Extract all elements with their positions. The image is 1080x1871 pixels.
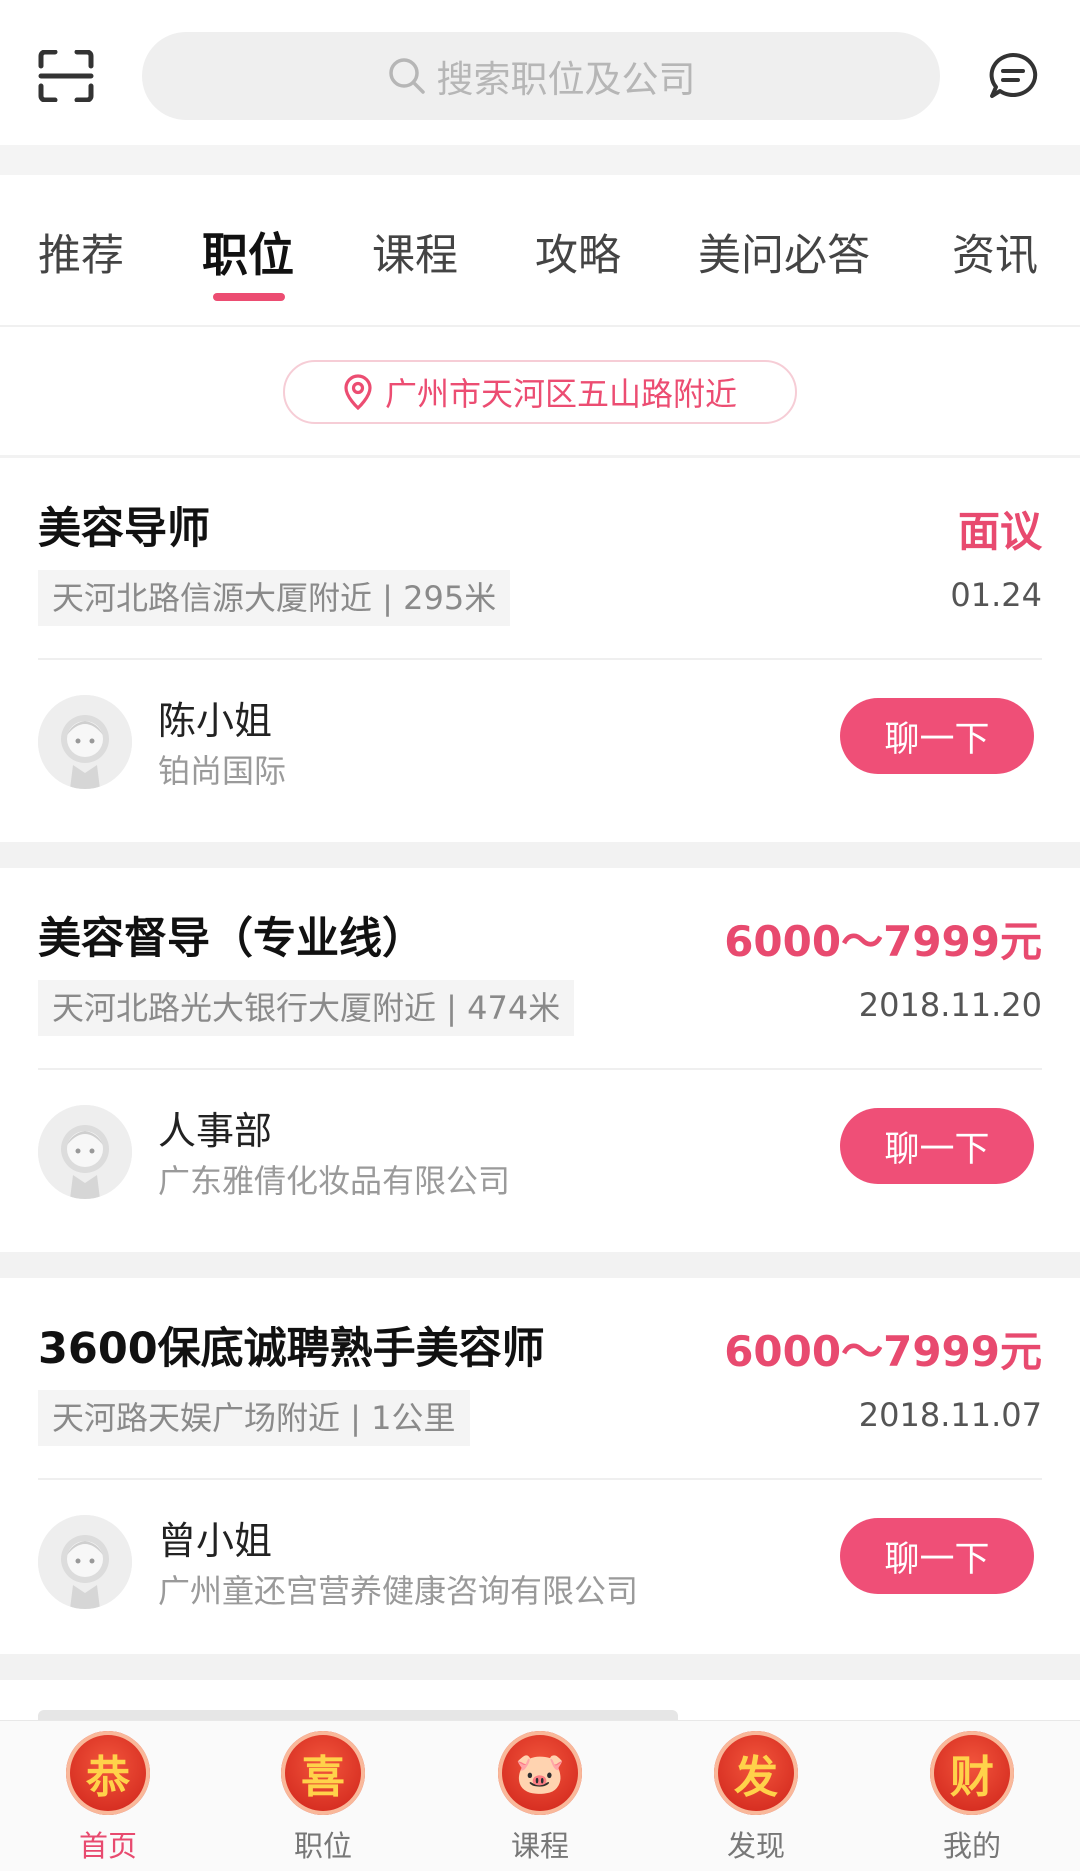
chat-button[interactable]: 聊一下 xyxy=(840,1108,1034,1184)
section-gap xyxy=(0,842,1080,868)
nav-label: 我的 xyxy=(942,1829,1001,1863)
tab-qa[interactable]: 美问必答 xyxy=(698,221,870,283)
tab-recommend[interactable]: 推荐 xyxy=(38,221,124,283)
location-text: 广州市天河区五山路附近 xyxy=(384,375,737,413)
avatar xyxy=(38,695,132,789)
job-card[interactable]: 美容导师 面议 天河北路信源大厦附近 | 295米 01.24 陈小姐 铂尚国际… xyxy=(0,458,1080,842)
contact-name: 人事部 xyxy=(158,1109,273,1153)
nav-courses[interactable]: 🐷 课程 xyxy=(470,1731,610,1871)
tab-courses[interactable]: 课程 xyxy=(372,221,458,283)
nav-mine[interactable]: 财 我的 xyxy=(902,1731,1042,1871)
chat-button[interactable]: 聊一下 xyxy=(840,1518,1034,1594)
scan-icon[interactable] xyxy=(38,50,94,102)
company-name: 铂尚国际 xyxy=(158,752,287,790)
lucky-badge-icon: 喜 xyxy=(281,1731,365,1815)
job-title: 3600保底诚聘熟手美容师 xyxy=(38,1324,545,1374)
job-salary: 6000～7999元 xyxy=(724,917,1042,966)
top-bar: 搜索职位及公司 xyxy=(0,0,1080,145)
lucky-badge-icon: 发 xyxy=(714,1731,798,1815)
contact-name: 陈小姐 xyxy=(158,699,273,743)
job-date: 2018.11.20 xyxy=(858,986,1042,1024)
divider xyxy=(38,1068,1042,1070)
bottom-navigation: 恭 首页 喜 职位 🐷 课程 发 发现 财 我的 xyxy=(0,1720,1080,1871)
search-placeholder: 搜索职位及公司 xyxy=(436,58,696,101)
nav-discover[interactable]: 发 发现 xyxy=(686,1731,826,1871)
job-salary: 6000～7999元 xyxy=(724,1327,1042,1376)
job-card[interactable]: 3600保底诚聘熟手美容师 6000～7999元 天河路天娱广场附近 | 1公里… xyxy=(0,1278,1080,1662)
section-gap xyxy=(0,1654,1080,1680)
section-gap xyxy=(0,145,1080,175)
section-gap xyxy=(0,1252,1080,1278)
active-tab-indicator xyxy=(213,293,285,301)
job-date: 01.24 xyxy=(950,576,1042,614)
tab-guides[interactable]: 攻略 xyxy=(535,221,621,283)
tab-jobs[interactable]: 职位 xyxy=(202,219,294,285)
avatar-placeholder-icon xyxy=(38,1105,132,1199)
contact-name: 曾小姐 xyxy=(158,1519,273,1563)
avatar-placeholder-icon xyxy=(38,1515,132,1609)
avatar xyxy=(38,1515,132,1609)
pig-badge-icon: 🐷 xyxy=(498,1731,582,1815)
job-title: 美容督导（专业线） xyxy=(38,914,425,964)
job-location-tag: 天河路天娱广场附近 | 1公里 xyxy=(38,1390,470,1446)
category-tabs: 推荐 职位 课程 攻略 美问必答 资讯 xyxy=(0,175,1080,325)
nav-label: 发现 xyxy=(726,1829,785,1863)
job-location-tag: 天河北路信源大厦附近 | 295米 xyxy=(38,570,511,626)
chat-button[interactable]: 聊一下 xyxy=(840,698,1034,774)
message-icon[interactable] xyxy=(988,52,1038,102)
job-title: 美容导师 xyxy=(38,504,210,554)
nav-label: 职位 xyxy=(293,1829,352,1863)
nav-label: 首页 xyxy=(78,1829,137,1863)
location-pin-icon xyxy=(344,374,372,410)
divider xyxy=(38,658,1042,660)
avatar-placeholder-icon xyxy=(38,695,132,789)
job-card-partial[interactable] xyxy=(0,1680,1080,1720)
tab-news[interactable]: 资讯 xyxy=(952,221,1038,283)
divider xyxy=(38,1478,1042,1480)
company-name: 广东雅倩化妆品有限公司 xyxy=(158,1162,511,1200)
search-input[interactable]: 搜索职位及公司 xyxy=(142,32,940,120)
company-name: 广州童还宫营养健康咨询有限公司 xyxy=(158,1572,639,1610)
lucky-badge-icon: 财 xyxy=(930,1731,1014,1815)
job-salary: 面议 xyxy=(957,507,1042,556)
nav-label: 课程 xyxy=(510,1829,569,1863)
job-location-tag: 天河北路光大银行大厦附近 | 474米 xyxy=(38,980,575,1036)
location-bar: 广州市天河区五山路附近 xyxy=(0,327,1080,455)
nav-home[interactable]: 恭 首页 xyxy=(38,1731,178,1871)
lucky-badge-icon: 恭 xyxy=(66,1731,150,1815)
job-card[interactable]: 美容督导（专业线） 6000～7999元 天河北路光大银行大厦附近 | 474米… xyxy=(0,868,1080,1252)
nav-jobs[interactable]: 喜 职位 xyxy=(253,1731,393,1871)
job-date: 2018.11.07 xyxy=(858,1396,1042,1434)
location-pill[interactable]: 广州市天河区五山路附近 xyxy=(283,360,797,424)
search-icon xyxy=(388,58,425,94)
job-title-partial xyxy=(38,1710,678,1720)
avatar xyxy=(38,1105,132,1199)
